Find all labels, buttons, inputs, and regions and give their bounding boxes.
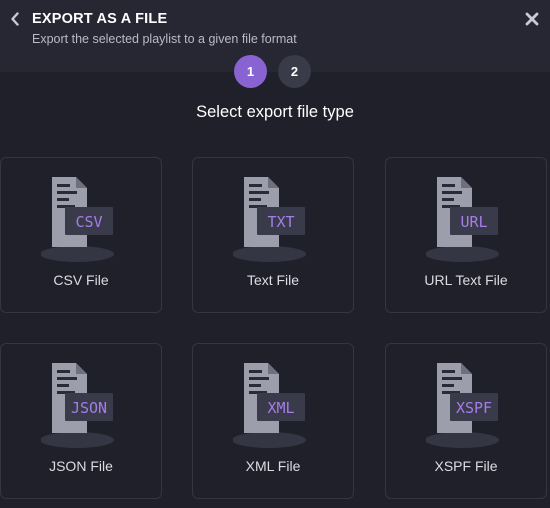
- stepper: 1 2: [0, 55, 550, 89]
- file-url-icon: URL: [426, 177, 499, 262]
- file-type-label: Text File: [246, 272, 300, 288]
- file-type-label: XSPF File: [434, 458, 498, 474]
- file-ext-label: XML: [267, 399, 294, 417]
- file-type-label: URL Text File: [424, 272, 508, 288]
- file-type-card-csv[interactable]: CSV CSV File: [0, 157, 162, 313]
- file-xml-icon: XML: [233, 363, 306, 448]
- file-type-card-url[interactable]: URL URL Text File: [385, 157, 547, 313]
- close-button[interactable]: [522, 9, 542, 29]
- file-ext-label: JSON: [71, 399, 107, 417]
- close-icon: [525, 12, 539, 26]
- file-type-card-xml[interactable]: XML XML File: [192, 343, 354, 499]
- step-2[interactable]: 2: [278, 55, 311, 88]
- file-ext-label: TXT: [267, 213, 294, 231]
- section-title: Select export file type: [196, 103, 354, 121]
- file-type-card-txt[interactable]: TXT Text File: [192, 157, 354, 313]
- file-xspf-icon: XSPF: [426, 363, 499, 448]
- file-csv-icon: CSV: [41, 177, 114, 262]
- dialog-title: EXPORT AS A FILE: [32, 11, 168, 27]
- file-ext-label: XSPF: [456, 399, 492, 417]
- chevron-left-icon: [11, 12, 19, 26]
- file-ext-label: URL: [460, 213, 487, 231]
- file-txt-icon: TXT: [233, 177, 306, 262]
- file-ext-label: CSV: [75, 213, 102, 231]
- step-1[interactable]: 1: [234, 55, 267, 88]
- back-button[interactable]: [6, 10, 24, 28]
- file-type-label: CSV File: [53, 272, 109, 288]
- export-dialog: EXPORT AS A FILE Export the selected pla…: [0, 0, 550, 508]
- file-type-label: XML File: [245, 458, 301, 474]
- file-json-icon: JSON: [41, 363, 114, 448]
- file-type-card-json[interactable]: JSON JSON File: [0, 343, 162, 499]
- dialog-subtitle: Export the selected playlist to a given …: [32, 32, 297, 46]
- file-type-card-xspf[interactable]: XSPF XSPF File: [385, 343, 547, 499]
- file-type-label: JSON File: [49, 458, 113, 474]
